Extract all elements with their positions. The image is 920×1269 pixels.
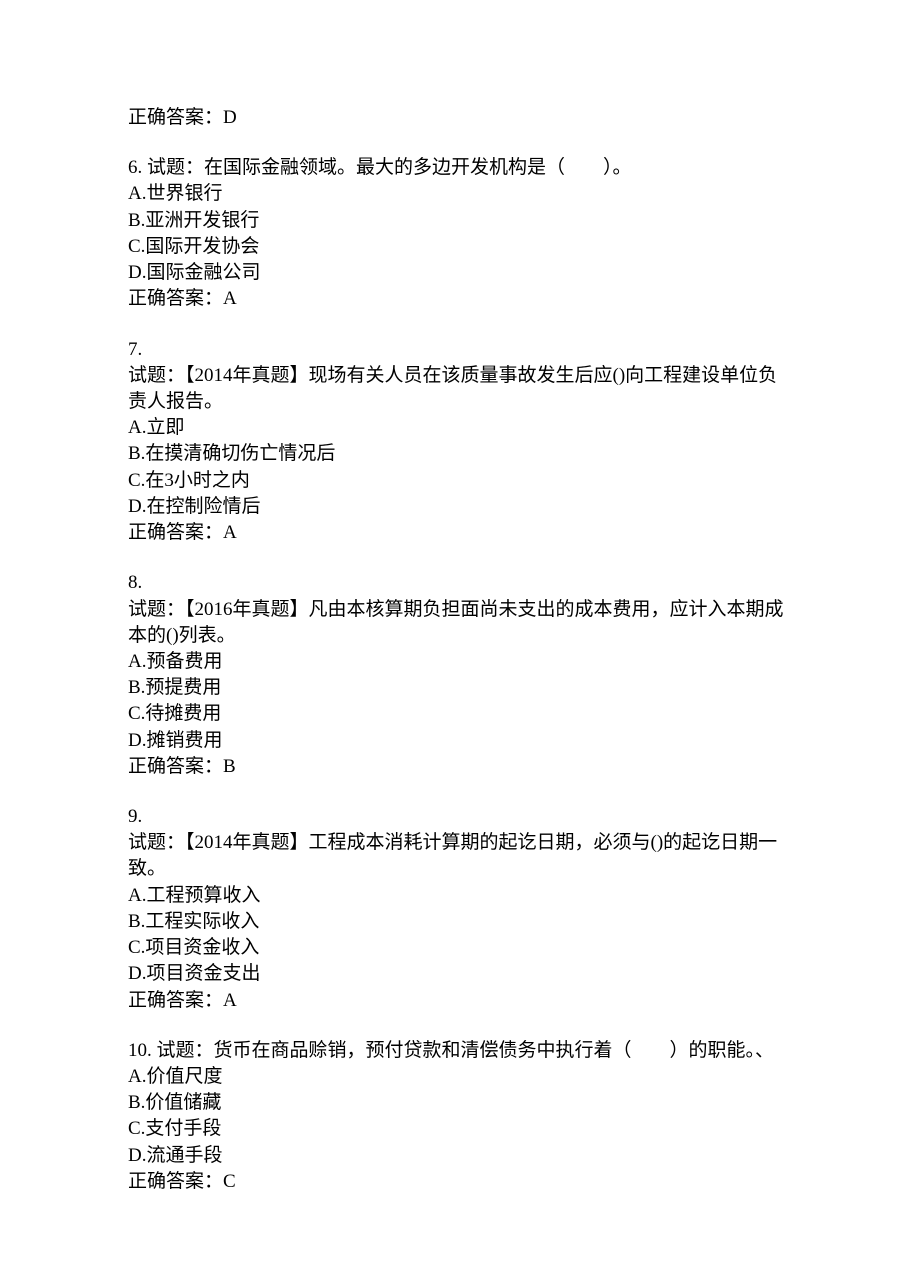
option-b: B.亚洲开发银行	[128, 208, 792, 234]
question-6: 6. 试题：在国际金融领域。最大的多边开发机构是（ ）。 A.世界银行 B.亚洲…	[128, 155, 792, 312]
question-number: 7.	[128, 337, 792, 363]
question-10: 10. 试题：货币在商品赊销，预付贷款和清偿债务中执行着（ ）的职能。、 A.价…	[128, 1038, 792, 1195]
option-a: A.立即	[128, 415, 792, 441]
option-b: B.价值储藏	[128, 1090, 792, 1116]
answer-text: 正确答案：A	[128, 286, 792, 312]
option-c: C.国际开发协会	[128, 234, 792, 260]
option-d: D.流通手段	[128, 1143, 792, 1169]
question-prompt: 10. 试题：货币在商品赊销，预付贷款和清偿债务中执行着（ ）的职能。、	[128, 1038, 792, 1064]
option-a: A.预备费用	[128, 649, 792, 675]
option-c: C.待摊费用	[128, 701, 792, 727]
question-7: 7. 试题：【2014年真题】现场有关人员在该质量事故发生后应()向工程建设单位…	[128, 337, 792, 547]
option-a: A.世界银行	[128, 181, 792, 207]
question-number: 10.	[128, 1040, 152, 1061]
question-text: 试题：【2016年真题】凡由本核算期负担面尚未支出的成本费用，应计入本期成本的(…	[128, 597, 792, 649]
answer-text: 正确答案：A	[128, 520, 792, 546]
answer-text: 正确答案：D	[128, 105, 792, 131]
option-c: C.支付手段	[128, 1116, 792, 1142]
answer-text: 正确答案：B	[128, 754, 792, 780]
option-c: C.在3小时之内	[128, 468, 792, 494]
answer-text: 正确答案：A	[128, 988, 792, 1014]
option-d: D.国际金融公司	[128, 260, 792, 286]
question-number: 6.	[128, 157, 142, 178]
question-text: 试题：【2014年真题】现场有关人员在该质量事故发生后应()向工程建设单位负责人…	[128, 363, 792, 415]
question-text: 试题：【2014年真题】工程成本消耗计算期的起讫日期，必须与()的起讫日期一致。	[128, 830, 792, 882]
question-9: 9. 试题：【2014年真题】工程成本消耗计算期的起讫日期，必须与()的起讫日期…	[128, 804, 792, 1014]
option-b: B.在摸清确切伤亡情况后	[128, 441, 792, 467]
question-8: 8. 试题：【2016年真题】凡由本核算期负担面尚未支出的成本费用，应计入本期成…	[128, 570, 792, 780]
question-number: 8.	[128, 570, 792, 596]
question-text: 试题：在国际金融领域。最大的多边开发机构是（ ）。	[147, 157, 632, 178]
option-c: C.项目资金收入	[128, 935, 792, 961]
question-text: 试题：货币在商品赊销，预付贷款和清偿债务中执行着（ ）的职能。、	[157, 1040, 775, 1061]
question-number: 9.	[128, 804, 792, 830]
option-d: D.在控制险情后	[128, 494, 792, 520]
option-a: A.价值尺度	[128, 1064, 792, 1090]
option-b: B.预提费用	[128, 675, 792, 701]
answer-text: 正确答案：C	[128, 1169, 792, 1195]
option-d: D.项目资金支出	[128, 961, 792, 987]
previous-answer: 正确答案：D	[128, 105, 792, 131]
option-d: D.摊销费用	[128, 728, 792, 754]
option-b: B.工程实际收入	[128, 909, 792, 935]
question-prompt: 6. 试题：在国际金融领域。最大的多边开发机构是（ ）。	[128, 155, 792, 181]
option-a: A.工程预算收入	[128, 883, 792, 909]
